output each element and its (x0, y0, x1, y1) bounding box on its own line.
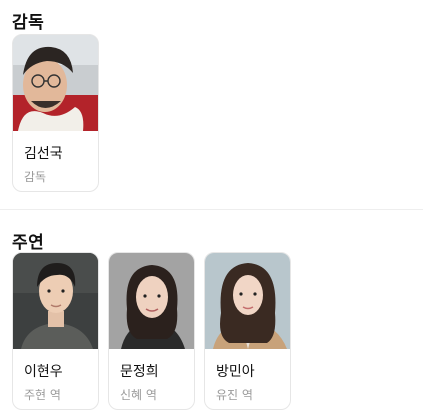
director-section-title: 감독 (12, 13, 45, 33)
cast-photo-2 (109, 253, 194, 349)
person-card-cast-1[interactable]: 이현우 주현 역 (12, 252, 99, 410)
director-photo (13, 35, 98, 131)
person-card-cast-2[interactable]: 문정희 신혜 역 (108, 252, 195, 410)
person-role: 감독 (24, 170, 47, 184)
person-role: 주현 역 (24, 388, 61, 402)
person-name: 문정희 (120, 364, 159, 380)
person-card-cast-3[interactable]: 방민아 유진 역 (204, 252, 291, 410)
cast-photo-3 (205, 253, 290, 349)
person-name: 이현우 (24, 364, 63, 380)
person-role: 유진 역 (216, 388, 253, 402)
person-name: 방민아 (216, 364, 255, 380)
person-name: 김선국 (24, 146, 63, 162)
cast-section-title: 주연 (12, 233, 45, 253)
person-role: 신혜 역 (120, 388, 157, 402)
cast-photo-1 (13, 253, 98, 349)
section-divider (0, 209, 423, 210)
person-card-director[interactable]: 김선국 감독 (12, 34, 99, 192)
